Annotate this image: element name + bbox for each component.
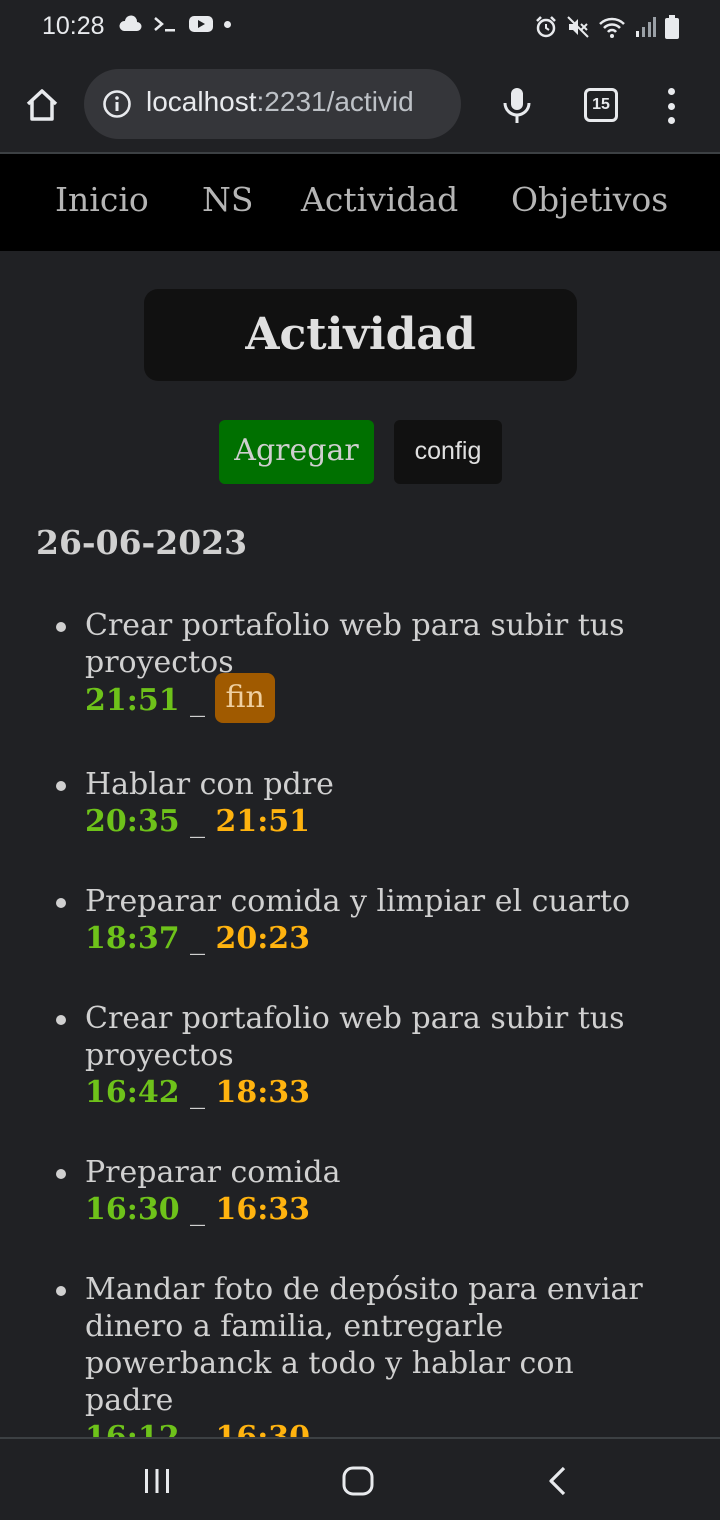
overflow-menu-icon[interactable] — [664, 88, 678, 124]
tab-switcher-button[interactable]: 15 — [584, 88, 618, 122]
start-time: 20:35 — [85, 804, 180, 839]
end-time: 16:33 — [215, 1192, 311, 1227]
address-bar[interactable]: localhost:2231/activid — [84, 69, 461, 139]
dot-icon — [224, 20, 231, 28]
url-text: localhost:2231/activid — [146, 86, 414, 117]
battery-icon — [665, 15, 679, 39]
home-icon[interactable] — [22, 85, 62, 125]
activity-times: 16:30 _ 16:33 — [85, 1191, 660, 1228]
time-separator: _ — [190, 1192, 206, 1227]
signal-icon — [636, 17, 656, 37]
activity-text: Mandar foto de depósito para enviar dine… — [85, 1272, 643, 1418]
time-separator: _ — [190, 804, 206, 839]
alarm-icon — [536, 16, 556, 38]
start-time: 16:12 — [85, 1420, 180, 1437]
activity-item: Hablar con pdre 20:35 _ 21:51 — [0, 766, 720, 840]
start-time: 16:30 — [85, 1192, 180, 1227]
start-time: 21:51 — [85, 683, 180, 718]
config-button[interactable]: config — [394, 420, 502, 484]
browser-toolbar: localhost:2231/activid 15 — [0, 56, 720, 154]
activity-text: Preparar comida y limpiar el cuarto — [85, 884, 631, 919]
system-home-icon[interactable] — [342, 1465, 374, 1497]
time-separator: _ — [190, 683, 206, 718]
end-time: 16:30 — [215, 1420, 310, 1437]
time-separator: _ — [190, 921, 206, 956]
activity-item: Mandar foto de depósito para enviar dine… — [0, 1271, 720, 1437]
mute-icon — [567, 16, 589, 38]
nav-link-ns[interactable]: NS — [202, 180, 253, 219]
activity-item: Crear portafolio web para subir tus proy… — [0, 1000, 720, 1111]
time-separator: _ — [190, 1075, 206, 1110]
activity-list: Crear portafolio web para subir tus proy… — [0, 607, 720, 1437]
nav-link-actividad[interactable]: Actividad — [301, 180, 458, 219]
activity-times: 16:12 _ 16:30 — [85, 1419, 660, 1437]
end-time: 18:33 — [215, 1075, 311, 1110]
status-bar: 10:28 — [0, 0, 720, 56]
activity-item: Preparar comida y limpiar el cuarto 18:3… — [0, 883, 720, 957]
activity-times: 20:35 _ 21:51 — [85, 803, 660, 840]
finish-button[interactable]: fin — [215, 673, 275, 723]
page-title: Actividad — [245, 309, 476, 360]
end-time: 20:23 — [215, 921, 311, 956]
terminal-icon — [154, 17, 175, 32]
recent-apps-icon[interactable] — [143, 1467, 171, 1495]
time-separator: _ — [190, 1420, 205, 1437]
microphone-icon[interactable] — [500, 85, 534, 125]
page-title-box: Actividad — [144, 289, 577, 381]
date-heading: 26-06-2023 — [36, 523, 248, 562]
activity-item: Crear portafolio web para subir tus proy… — [0, 607, 720, 723]
cloud-icon — [119, 15, 142, 31]
page-content: Actividad Agregar config 26-06-2023 Crea… — [0, 251, 720, 1437]
info-icon[interactable] — [102, 89, 132, 119]
end-time: 21:51 — [215, 804, 311, 839]
activity-text: Crear portafolio web para subir tus proy… — [85, 1001, 625, 1073]
start-time: 16:42 — [85, 1075, 180, 1110]
activity-text: Preparar comida — [85, 1155, 341, 1190]
activity-times: 21:51 _ fin — [85, 673, 660, 723]
youtube-icon — [189, 16, 213, 32]
status-time: 10:28 — [42, 12, 105, 40]
start-time: 18:37 — [85, 921, 180, 956]
site-nav: Inicio NS Actividad Objetivos — [0, 154, 720, 251]
nav-link-objetivos[interactable]: Objetivos — [511, 180, 668, 219]
back-icon[interactable] — [546, 1465, 570, 1497]
add-button[interactable]: Agregar — [219, 420, 374, 484]
system-nav-bar — [0, 1437, 720, 1520]
activity-text: Hablar con pdre — [85, 767, 334, 802]
nav-link-inicio[interactable]: Inicio — [55, 180, 149, 219]
activity-times: 16:42 _ 18:33 — [85, 1074, 660, 1111]
activity-text: Crear portafolio web para subir tus proy… — [85, 608, 625, 680]
activity-item: Preparar comida 16:30 _ 16:33 — [0, 1154, 720, 1228]
wifi-icon — [599, 17, 625, 38]
activity-times: 18:37 _ 20:23 — [85, 920, 660, 957]
